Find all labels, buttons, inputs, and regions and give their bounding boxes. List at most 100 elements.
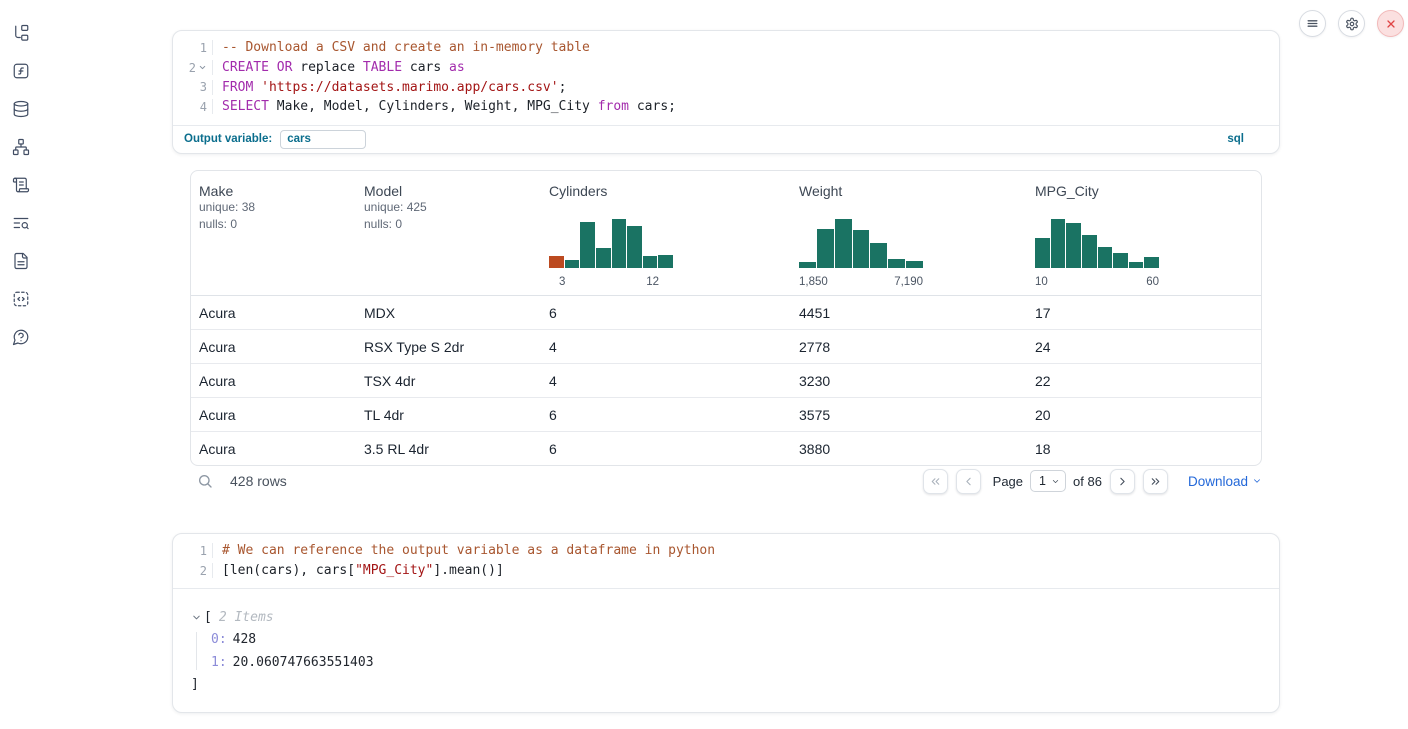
pagination: Page 1 of 86 Download xyxy=(915,469,1262,494)
sidebar-item-documentation[interactable] xyxy=(11,251,31,271)
sidebar-item-dependency-graph[interactable] xyxy=(11,137,31,157)
menu-button[interactable] xyxy=(1299,10,1326,37)
settings-button[interactable] xyxy=(1338,10,1365,37)
chevron-down-icon xyxy=(1051,477,1060,486)
table-cell: 3575 xyxy=(791,407,1027,423)
token-plain xyxy=(269,60,277,75)
token-plain: replace xyxy=(292,60,362,75)
last-page-button[interactable] xyxy=(1143,469,1168,494)
sql-language-badge: sql xyxy=(1227,133,1244,145)
download-button[interactable]: Download xyxy=(1188,474,1262,489)
page-select[interactable]: 1 xyxy=(1030,470,1066,492)
next-page-button[interactable] xyxy=(1110,469,1135,494)
table-cell: 6 xyxy=(541,441,791,457)
column-stat: unique: 425 xyxy=(364,199,541,216)
table-cell: 6 xyxy=(541,305,791,321)
column-header[interactable]: MPG_City1060 xyxy=(1027,171,1261,295)
sidebar-item-snippets[interactable] xyxy=(11,289,31,309)
table-cell: 4451 xyxy=(791,305,1027,321)
table-cell: Acura xyxy=(191,339,356,355)
sql-code-editor[interactable]: 1-- Download a CSV and create an in-memo… xyxy=(173,31,1279,125)
token-plain: [len(cars), cars[ xyxy=(222,563,355,578)
page-label: Page xyxy=(993,474,1023,489)
sidebar-item-scratchpad[interactable] xyxy=(11,175,31,195)
table-cell: Acura xyxy=(191,407,356,423)
previous-page-button[interactable] xyxy=(956,469,981,494)
fold-marker-icon[interactable] xyxy=(198,63,207,72)
column-header[interactable]: Cylinders312 xyxy=(541,171,791,295)
code-line: 1-- Download a CSV and create an in-memo… xyxy=(173,38,1279,58)
table-cell: 4 xyxy=(541,339,791,355)
output-variable-label: Output variable: xyxy=(184,133,272,145)
token-plain: ; xyxy=(559,80,567,95)
table-cell: 22 xyxy=(1027,373,1261,389)
histogram-min-label: 3 xyxy=(559,276,565,288)
histogram-bar xyxy=(835,219,852,268)
table-cell: Acura xyxy=(191,305,356,321)
histogram-bar xyxy=(1129,262,1144,268)
first-page-button[interactable] xyxy=(923,469,948,494)
histogram-min-label: 1,850 xyxy=(799,276,828,288)
column-label: Model xyxy=(364,183,541,199)
table-toolbar: 428 rows Page 1 of 86 Download xyxy=(190,464,1262,498)
column-label: MPG_City xyxy=(1035,183,1261,199)
python-cell-output: [ 2 Items 0:4281:20.060747663551403 ] xyxy=(173,588,1279,712)
sql-cell: 1-- Download a CSV and create an in-memo… xyxy=(172,30,1280,154)
gear-icon xyxy=(1345,17,1359,31)
database-icon xyxy=(12,100,30,118)
row-count: 428 rows xyxy=(230,473,287,489)
collapse-chevron-icon[interactable] xyxy=(191,612,204,623)
sidebar-item-explorer[interactable] xyxy=(11,23,31,43)
chevrons-right-icon xyxy=(1149,475,1162,488)
shutdown-button[interactable] xyxy=(1377,10,1404,37)
line-number: 3 xyxy=(200,80,207,94)
table-cell: 3.5 RL 4dr xyxy=(356,441,541,457)
token-plain: cars xyxy=(402,60,449,75)
line-number-gutter: 4 xyxy=(173,100,212,114)
search-button[interactable] xyxy=(197,473,213,489)
code-line: 3 FROM 'https://datasets.marimo.app/cars.… xyxy=(173,77,1279,97)
token-plain: cars; xyxy=(629,99,676,114)
line-number: 1 xyxy=(200,41,207,55)
sidebar-item-functions[interactable] xyxy=(11,61,31,81)
line-number: 1 xyxy=(200,544,207,558)
histogram-bar xyxy=(853,230,870,268)
line-number-gutter: 2 xyxy=(173,61,212,75)
token-plain: ].mean()] xyxy=(433,563,503,578)
line-number: 2 xyxy=(200,564,207,578)
sidebar xyxy=(11,23,31,347)
column-header[interactable]: Makeunique: 38nulls: 0 xyxy=(191,171,356,295)
chevron-left-icon xyxy=(962,475,975,488)
code-content: FROM 'https://datasets.marimo.app/cars.c… xyxy=(212,80,566,95)
column-label: Cylinders xyxy=(549,183,791,199)
list-item-index: 0: xyxy=(211,632,227,647)
list-output-entries: 0:4281:20.060747663551403 xyxy=(196,632,1279,670)
histogram-bar xyxy=(1113,253,1128,268)
histogram-axis-labels: 1,8507,190 xyxy=(799,276,923,288)
histogram-bar xyxy=(1066,223,1081,268)
table-row: AcuraTL 4dr6357520 xyxy=(191,398,1261,432)
python-code-editor[interactable]: 1# We can reference the output variable … xyxy=(173,534,1279,588)
histogram-bar xyxy=(580,222,595,268)
sidebar-item-datasources[interactable] xyxy=(11,99,31,119)
list-item-value: 20.060747663551403 xyxy=(233,655,374,670)
output-variable-input[interactable] xyxy=(280,130,366,149)
code-square-icon xyxy=(12,290,30,308)
column-header[interactable]: Weight1,8507,190 xyxy=(791,171,1027,295)
line-number-gutter: 1 xyxy=(173,544,212,558)
page-select-value: 1 xyxy=(1039,474,1046,488)
chevrons-left-icon xyxy=(929,475,942,488)
code-content: SELECT Make, Model, Cylinders, Weight, M… xyxy=(212,99,676,114)
histogram-bar xyxy=(658,255,673,268)
column-label: Make xyxy=(199,183,356,199)
histogram-bar xyxy=(643,256,658,268)
table-cell: TSX 4dr xyxy=(356,373,541,389)
line-number: 2 xyxy=(189,61,196,75)
token-keyword: as xyxy=(449,60,465,75)
sidebar-item-logs[interactable] xyxy=(11,213,31,233)
hamburger-menu-icon xyxy=(1306,17,1319,30)
column-header[interactable]: Modelunique: 425nulls: 0 xyxy=(356,171,541,295)
token-string: 'https://datasets.marimo.app/cars.csv' xyxy=(261,80,558,95)
sidebar-item-help[interactable] xyxy=(11,327,31,347)
table-cell: 6 xyxy=(541,407,791,423)
